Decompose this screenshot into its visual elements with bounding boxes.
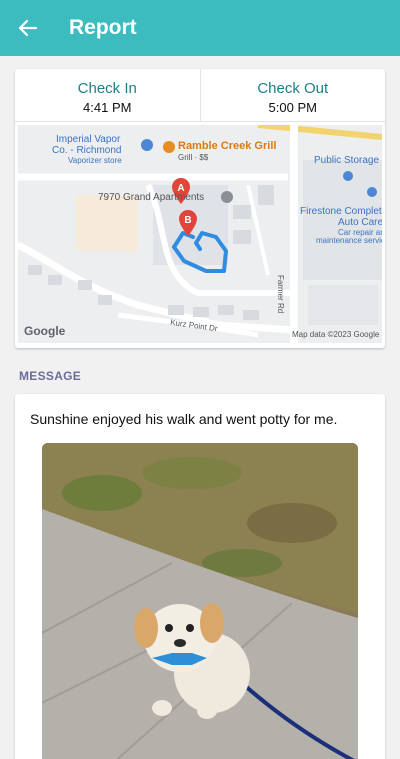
place-imperial-vapor-2: Co. - Richmond [52, 145, 122, 156]
map-attribution: Map data ©2023 Google [292, 330, 380, 339]
message-card: Sunshine enjoyed his walk and went potty… [15, 394, 385, 759]
google-logo: Google [24, 324, 66, 338]
message-section-title: MESSAGE [19, 369, 82, 383]
check-out-time: 5:00 PM [268, 100, 317, 115]
check-out-label: Check Out [257, 80, 329, 97]
place-grand-apartments: 7970 Grand Apartments [98, 192, 205, 203]
place-firestone-sub-2: maintenance service [316, 236, 382, 245]
place-public-storage: Public Storage [314, 155, 380, 166]
check-in-section: Check In 4:41 PM [15, 69, 200, 121]
page-title: Report [69, 16, 137, 39]
arrow-left-icon [18, 19, 38, 37]
end-marker-icon: B [179, 210, 197, 236]
check-in-label: Check In [77, 80, 137, 97]
walk-route-map[interactable]: A B Imperial Vapor Co. - Richmond Vapori… [18, 125, 382, 343]
place-imperial-vapor-sub: Vaporizer store [68, 156, 122, 165]
place-ramble-creek-sub: Grill · $$ [178, 153, 209, 162]
marker-b-label: B [184, 215, 191, 226]
check-in-time: 4:41 PM [83, 100, 132, 115]
place-imperial-vapor: Imperial Vapor [56, 134, 121, 145]
place-ramble-creek: Ramble Creek Grill [178, 140, 277, 152]
app-bar: Report [0, 0, 400, 56]
road-farmer-rd: Farmer Rd [276, 275, 285, 314]
visit-summary-card: Check In 4:41 PM Check Out 5:00 PM A B I… [15, 69, 385, 348]
place-firestone: Firestone Complete [300, 206, 382, 217]
back-button[interactable] [0, 0, 56, 56]
dog-photo[interactable] [42, 443, 358, 759]
check-out-section: Check Out 5:00 PM [199, 69, 386, 121]
place-firestone-2: Auto Care [338, 217, 382, 228]
message-text: Sunshine enjoyed his walk and went potty… [30, 411, 338, 427]
